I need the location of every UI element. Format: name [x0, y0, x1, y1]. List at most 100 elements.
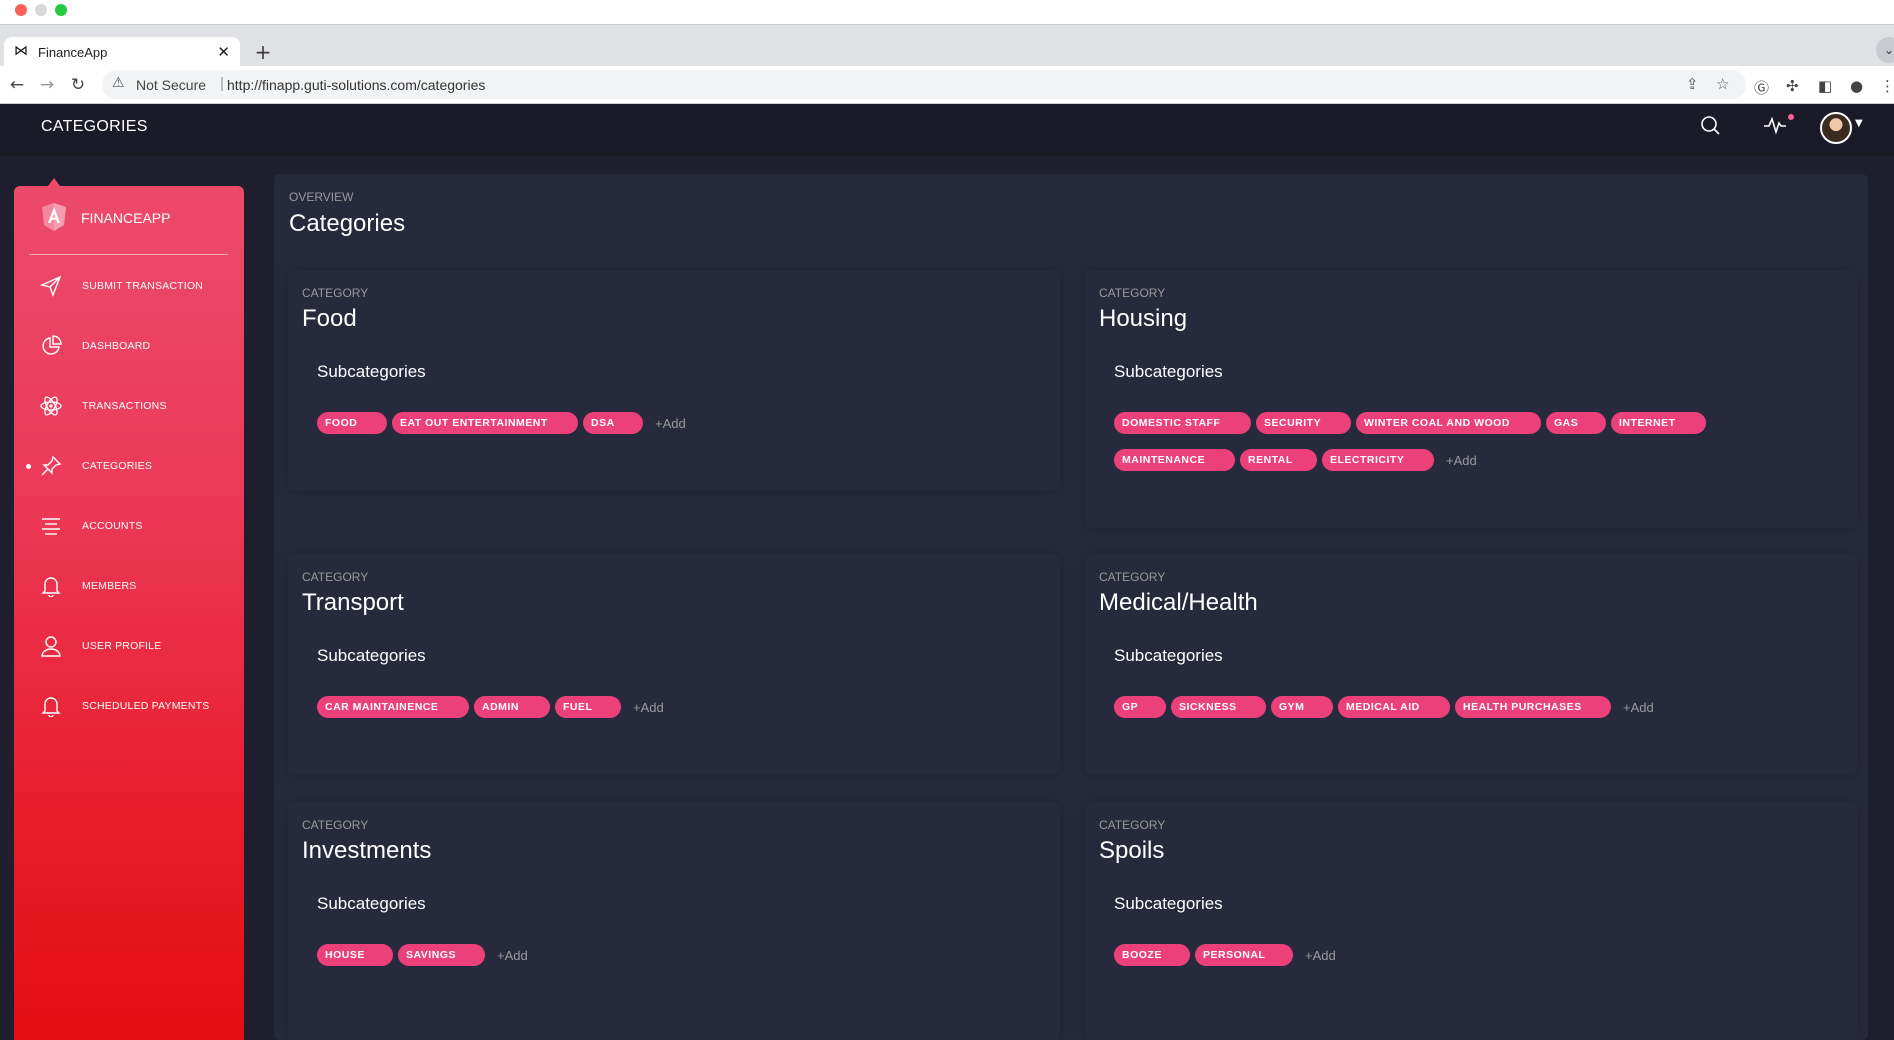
category-name: Investments	[302, 837, 432, 864]
add-subcategory-button[interactable]: +Add	[1305, 948, 1336, 963]
sidebar-item-label: TRANSACTIONS	[82, 400, 167, 412]
sidebar-item-user-profile[interactable]: USER PROFILE	[14, 626, 244, 666]
subcategory-chip[interactable]: HEALTH PURCHASES	[1455, 696, 1611, 718]
subcategories-heading: Subcategories	[317, 894, 426, 913]
add-subcategory-button[interactable]: +Add	[1623, 700, 1654, 715]
subcategory-chip[interactable]: PERSONAL	[1195, 944, 1293, 966]
subcategory-chip[interactable]: HOUSE	[317, 944, 393, 966]
brand-name[interactable]: FINANCEAPP	[81, 210, 170, 226]
browser-tab[interactable]: ⋈ FinanceApp ✕	[4, 37, 240, 68]
subcategory-chip[interactable]: INTERNET	[1611, 412, 1706, 434]
pie-chart-icon	[42, 335, 62, 355]
add-subcategory-button[interactable]: +Add	[497, 948, 528, 963]
subcategory-chip[interactable]: GYM	[1271, 696, 1333, 718]
subcategories-heading: Subcategories	[1114, 894, 1223, 913]
share-icon[interactable]: ⇪	[1686, 75, 1699, 93]
maximize-window-button[interactable]	[55, 4, 67, 16]
search-icon[interactable]	[1695, 114, 1725, 144]
subcategories-heading: Subcategories	[1114, 646, 1223, 665]
window-titlebar	[0, 0, 1894, 24]
bow-tie-icon: ⋈	[14, 43, 28, 59]
subcategory-chip[interactable]: MEDICAL AID	[1338, 696, 1450, 718]
sidepanel-icon[interactable]: ◧	[1818, 77, 1832, 95]
subcategories-heading: Subcategories	[1114, 362, 1223, 381]
subcategory-chip[interactable]: ELECTRICITY	[1322, 449, 1434, 471]
activity-icon[interactable]	[1760, 114, 1790, 144]
bell-icon	[41, 577, 61, 597]
back-icon[interactable]: ←	[6, 74, 28, 96]
angular-logo-icon	[42, 203, 66, 231]
subcategory-chip[interactable]: SAVINGS	[398, 944, 485, 966]
sidebar-item-accounts[interactable]: ACCOUNTS	[14, 506, 244, 546]
subcategory-chip[interactable]: EAT OUT ENTERTAINMENT	[392, 412, 578, 434]
bell-icon	[41, 697, 61, 717]
add-subcategory-button[interactable]: +Add	[1446, 453, 1477, 468]
category-label: CATEGORY	[302, 286, 369, 300]
security-label[interactable]: Not Secure	[136, 77, 206, 93]
subcategory-list: GP SICKNESS GYM MEDICAL AID HEALTH PURCH…	[1114, 696, 1834, 718]
sidebar-item-submit-transaction[interactable]: SUBMIT TRANSACTION	[14, 266, 244, 306]
subcategory-chip[interactable]: CAR MAINTAINENCE	[317, 696, 469, 718]
chevron-down-icon[interactable]: ▼	[1855, 118, 1863, 129]
profile-icon[interactable]: ●	[1850, 77, 1863, 95]
sidebar-item-categories[interactable]: CATEGORIES	[14, 446, 244, 486]
url-text[interactable]: http://finapp.guti-solutions.com/categor…	[227, 77, 485, 93]
minimize-window-button[interactable]	[35, 4, 47, 16]
app-navbar: CATEGORIES	[0, 104, 1894, 156]
subcategory-chip[interactable]: FUEL	[555, 696, 621, 718]
tab-search-icon[interactable]: ⌄	[1876, 37, 1894, 63]
browser-menu-icon[interactable]: ⋮	[1880, 77, 1894, 95]
subcategory-list: CAR MAINTAINENCE ADMIN FUEL +Add	[317, 696, 1037, 718]
extension-g-icon[interactable]: Ⓖ	[1754, 77, 1769, 98]
new-tab-icon[interactable]: +	[250, 39, 276, 65]
puzzle-icon[interactable]: ✣	[1786, 77, 1799, 95]
sidebar-item-members[interactable]: MEMBERS	[14, 566, 244, 606]
subcategory-list: FOOD EAT OUT ENTERTAINMENT DSA +Add	[317, 412, 1037, 434]
bookmark-star-icon[interactable]: ☆	[1716, 75, 1729, 93]
forward-icon[interactable]: →	[36, 74, 58, 96]
category-name: Medical/Health	[1099, 589, 1258, 616]
category-card-medical-health: CATEGORY Medical/Health Subcategories GP…	[1085, 554, 1857, 774]
sidebar-item-label: DASHBOARD	[82, 340, 151, 352]
subcategory-chip[interactable]: SICKNESS	[1171, 696, 1266, 718]
add-subcategory-button[interactable]: +Add	[655, 416, 686, 431]
subcategory-chip[interactable]: SECURITY	[1256, 412, 1351, 434]
subcategory-chip[interactable]: GAS	[1546, 412, 1606, 434]
page-heading: CATEGORIES	[41, 118, 148, 135]
category-name: Transport	[302, 589, 404, 616]
reload-icon[interactable]: ↻	[67, 74, 89, 96]
subcategory-chip[interactable]: GP	[1114, 696, 1166, 718]
category-label: CATEGORY	[1099, 570, 1166, 584]
subcategory-chip[interactable]: FOOD	[317, 412, 387, 434]
page-title: Categories	[289, 210, 406, 237]
active-indicator	[26, 464, 31, 469]
align-icon	[42, 518, 60, 535]
subcategories-heading: Subcategories	[317, 362, 426, 381]
category-card-investments: CATEGORY Investments Subcategories HOUSE…	[288, 802, 1060, 1040]
subcategory-chip[interactable]: WINTER COAL AND WOOD	[1356, 412, 1541, 434]
subcategory-chip[interactable]: ADMIN	[474, 696, 550, 718]
url-field[interactable]: ⚠ Not Secure | http://finapp.guti-soluti…	[102, 70, 1746, 99]
sidebar-item-label: MEMBERS	[82, 580, 137, 592]
subcategory-chip[interactable]: MAINTENANCE	[1114, 449, 1235, 471]
subcategory-chip[interactable]: DSA	[583, 412, 643, 434]
sidebar-item-scheduled-payments[interactable]: SCHEDULED PAYMENTS	[14, 686, 244, 726]
close-window-button[interactable]	[15, 4, 27, 16]
subcategory-chip[interactable]: DOMESTIC STAFF	[1114, 412, 1251, 434]
subcategory-chip[interactable]: RENTAL	[1240, 449, 1317, 471]
add-subcategory-button[interactable]: +Add	[633, 700, 664, 715]
user-icon	[41, 636, 61, 657]
subcategory-chip[interactable]: BOOZE	[1114, 944, 1190, 966]
sidebar-item-dashboard[interactable]: DASHBOARD	[14, 326, 244, 366]
sidebar-item-label: USER PROFILE	[82, 640, 162, 652]
category-name: Spoils	[1099, 837, 1165, 864]
sidebar: FINANCEAPP SUBMIT TRANSACTION DASHBOARD …	[14, 186, 244, 1040]
category-label: CATEGORY	[1099, 286, 1166, 300]
sidebar-item-transactions[interactable]: TRANSACTIONS	[14, 386, 244, 426]
avatar[interactable]	[1820, 112, 1852, 144]
send-icon	[40, 275, 62, 297]
subcategory-list: DOMESTIC STAFF SECURITY WINTER COAL AND …	[1114, 412, 1834, 434]
close-tab-icon[interactable]: ✕	[217, 43, 230, 61]
overview-label: OVERVIEW	[289, 190, 354, 204]
category-name: Housing	[1099, 305, 1188, 332]
